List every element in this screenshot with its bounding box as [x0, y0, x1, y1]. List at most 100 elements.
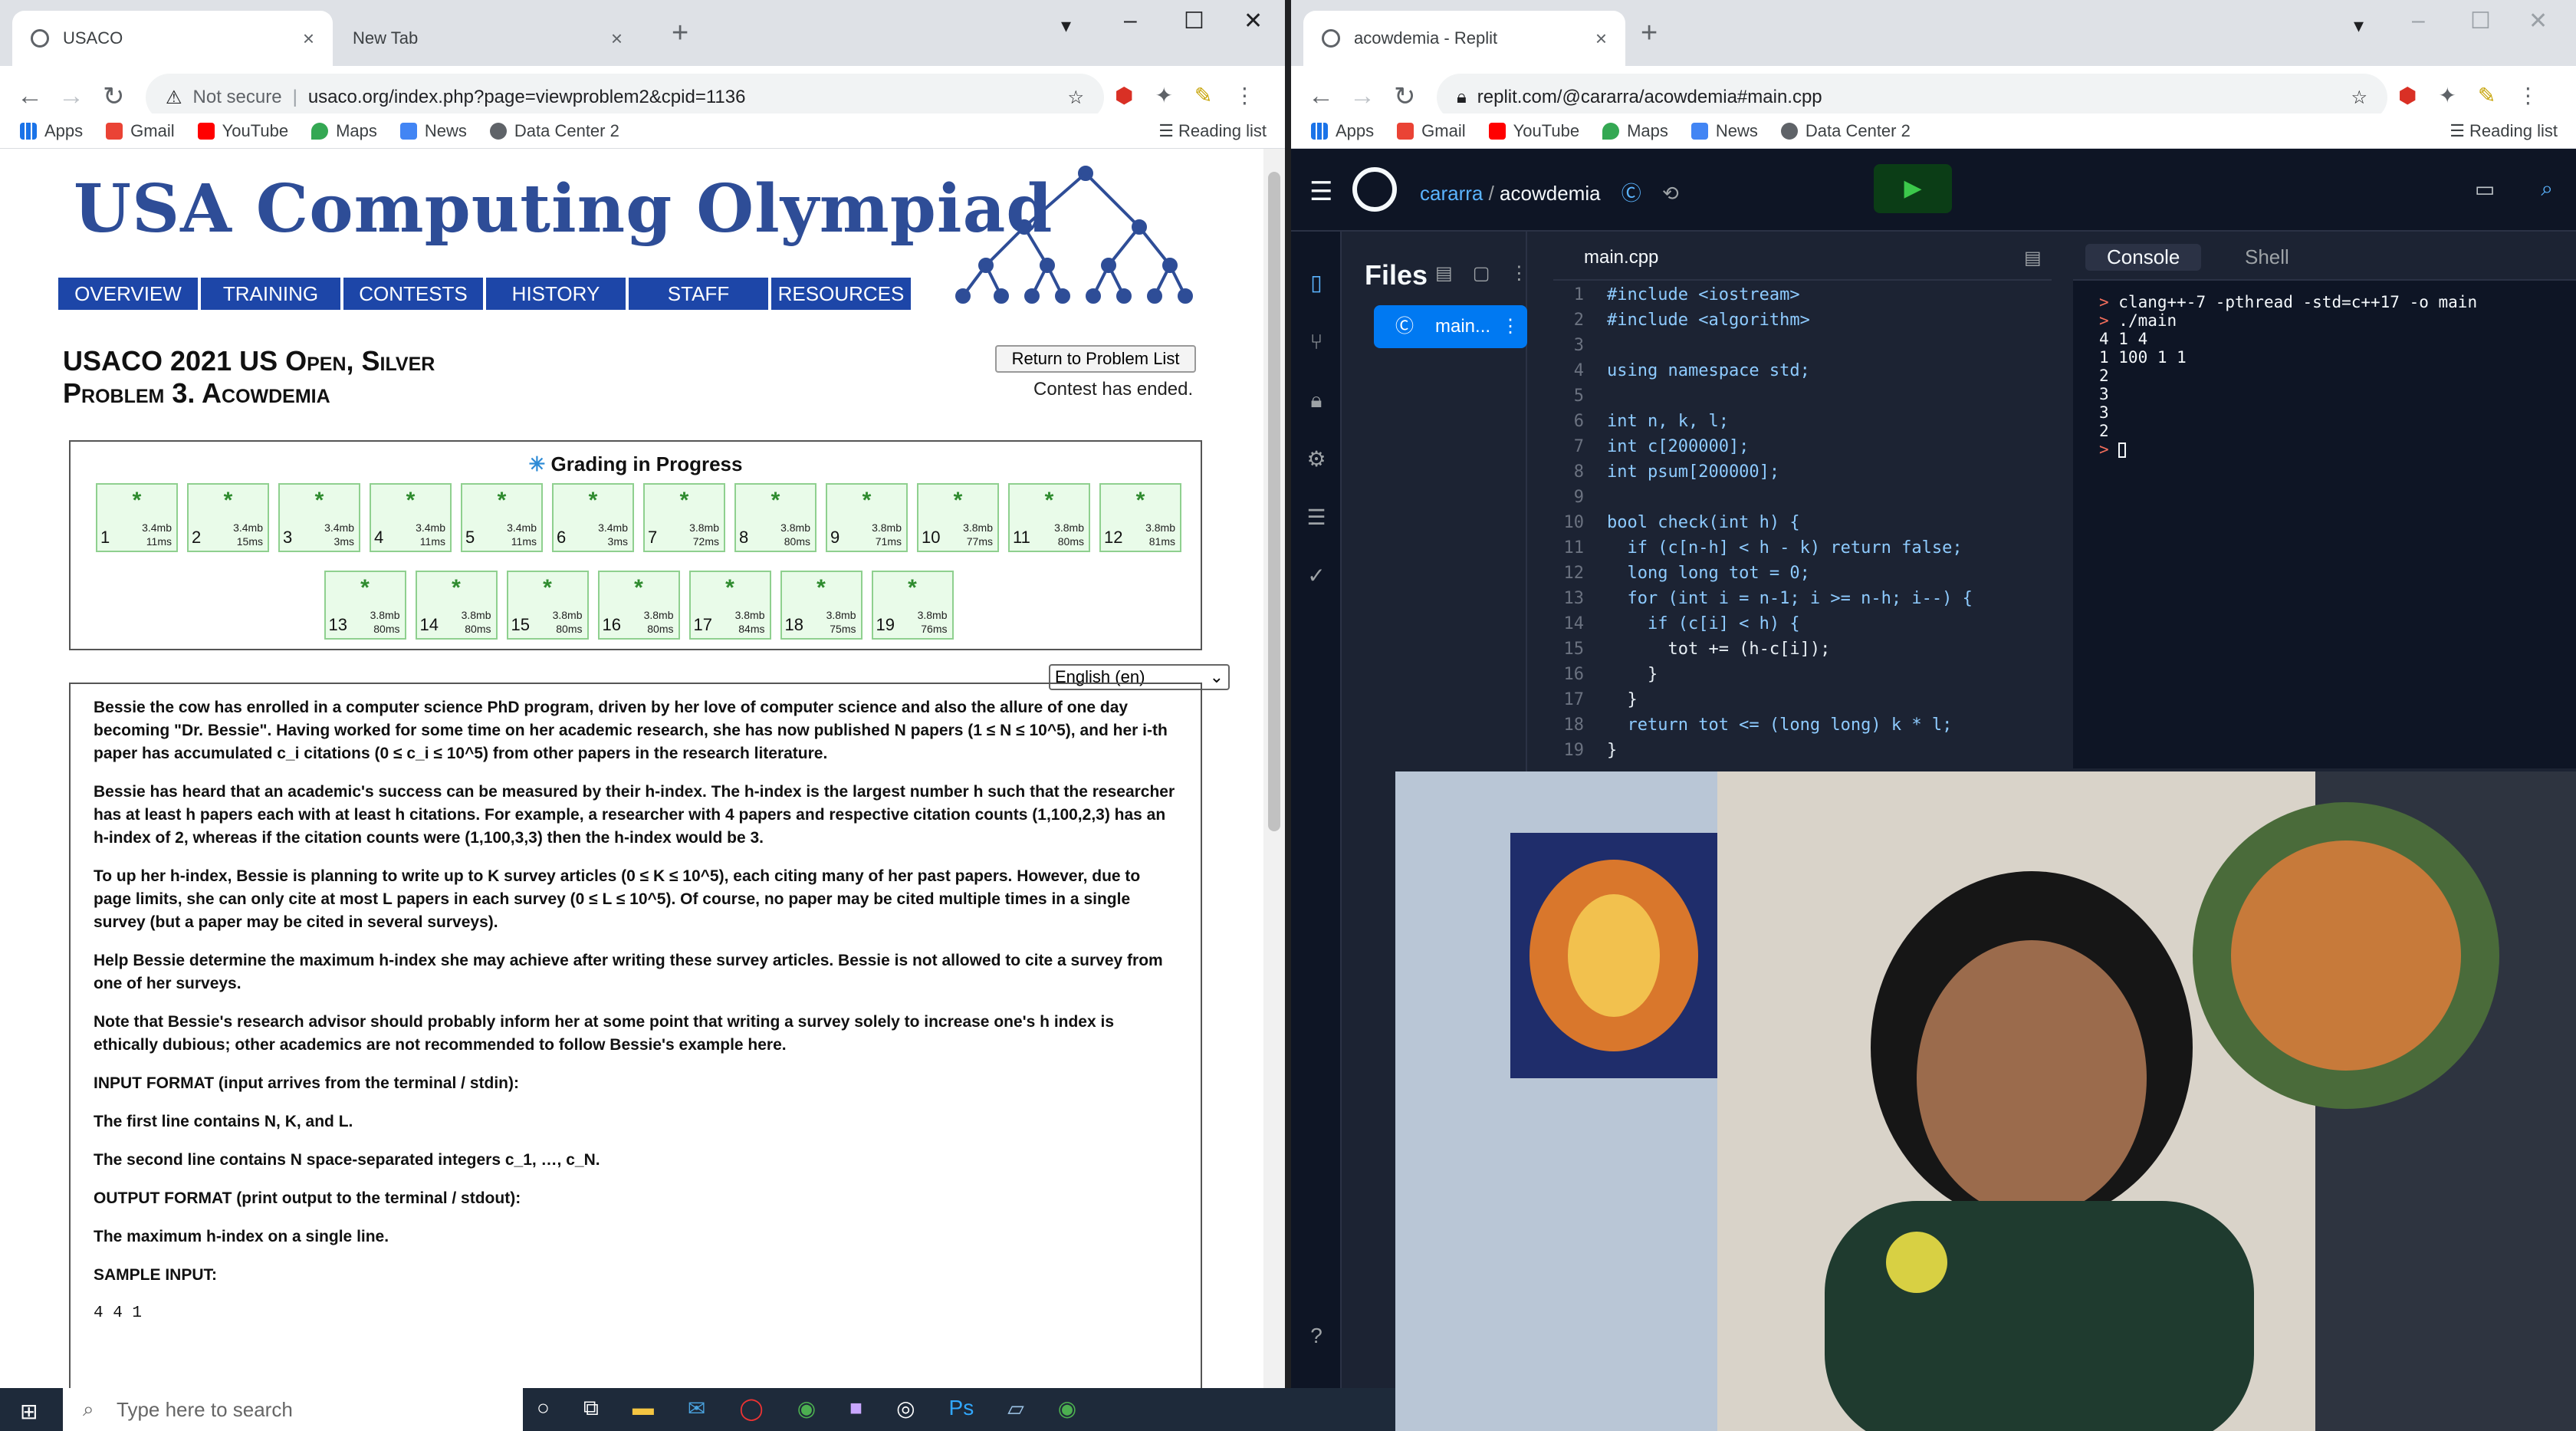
bookmark-maps[interactable]: Maps [1602, 121, 1668, 141]
tab-search-icon[interactable]: ▾ [2354, 14, 2364, 38]
console-line: 2 [2099, 367, 2109, 385]
usaco-logo[interactable]: USA Computing Olympiad [74, 170, 1053, 248]
bookmark-youtube[interactable]: YouTube [197, 121, 288, 141]
gear-icon [489, 122, 507, 140]
reading-list[interactable]: ☰ Reading list [1158, 121, 1267, 141]
nav-training[interactable]: Training [201, 278, 340, 310]
bookmark-news[interactable]: News [1691, 121, 1758, 141]
breadcrumb-user[interactable]: cararra [1420, 182, 1483, 205]
menu-dots-icon[interactable]: ⋮ [1234, 83, 1255, 108]
new-file-icon[interactable]: ▤ [1435, 263, 1473, 284]
help-icon[interactable]: ? [1305, 1324, 1328, 1347]
extension-icon[interactable]: ✎ [1194, 83, 1212, 108]
nav-staff[interactable]: Staff [629, 278, 768, 310]
tab-new-tab[interactable]: New Tab × [334, 11, 641, 66]
new-tab-icon[interactable]: + [672, 17, 688, 50]
mail-icon[interactable]: ✉ [688, 1396, 705, 1421]
nav-overview[interactable]: Overview [58, 278, 198, 310]
close-icon[interactable]: × [611, 27, 623, 51]
files-icon[interactable]: ▯ [1305, 270, 1328, 294]
obs-icon[interactable]: ◎ [896, 1396, 915, 1421]
file-main-cpp[interactable]: Ⓒ main... ⋮ [1374, 305, 1527, 348]
star-icon[interactable]: ☆ [1067, 87, 1084, 109]
task-view-icon[interactable]: ⧉ [583, 1396, 599, 1421]
history-icon[interactable]: ⟲ [1662, 182, 1679, 205]
extension-icon[interactable]: ✎ [2478, 83, 2496, 108]
database-icon[interactable]: ☰ [1305, 505, 1328, 529]
bookmark-youtube[interactable]: YouTube [1488, 121, 1579, 141]
maximize-icon[interactable]: ☐ [2470, 8, 2491, 35]
bookmark-gmail[interactable]: Gmail [106, 121, 175, 141]
webcam-video-image [1395, 771, 2576, 1431]
nav-history[interactable]: History [486, 278, 626, 310]
forward-icon[interactable]: → [58, 81, 84, 111]
bookmark-apps[interactable]: Apps [1311, 121, 1374, 141]
chat-icon[interactable]: ▭ [2475, 176, 2495, 202]
notes-icon[interactable]: ▱ [1007, 1396, 1024, 1421]
run-button[interactable]: ▶ [1874, 164, 1952, 213]
photoshop-icon[interactable]: Ps [949, 1396, 974, 1421]
bookmark-data-center[interactable]: Data Center 2 [489, 121, 619, 141]
file-menu-icon[interactable]: ⋮ [1501, 305, 1520, 348]
tab-shell[interactable]: Shell [2223, 244, 2311, 271]
close-icon[interactable]: × [303, 27, 314, 51]
version-control-icon[interactable]: ⑂ [1305, 330, 1328, 354]
bookmark-gmail[interactable]: Gmail [1397, 121, 1466, 141]
bookmark-apps[interactable]: Apps [20, 121, 83, 141]
new-folder-icon[interactable]: ▢ [1473, 263, 1510, 284]
apps-grid-icon [20, 122, 37, 140]
bookmark-maps[interactable]: Maps [311, 121, 377, 141]
tab-search-icon[interactable]: ▾ [1061, 14, 1071, 38]
checkmark-icon[interactable]: ✓ [1305, 563, 1328, 587]
line-number: 12 [1563, 564, 1585, 583]
app-icon[interactable]: ■ [849, 1396, 863, 1421]
tab-console[interactable]: Console [2085, 244, 2202, 271]
new-tab-icon[interactable]: + [1641, 17, 1658, 50]
tab-options-icon[interactable]: ▤ [2024, 247, 2042, 269]
back-icon[interactable]: ← [17, 81, 43, 111]
menu-dots-icon[interactable]: ⋮ [2517, 83, 2538, 108]
tab-replit[interactable]: acowdemia - Replit × [1303, 11, 1625, 66]
forward-icon[interactable]: → [1349, 81, 1375, 111]
nav-resources[interactable]: Resources [771, 278, 911, 310]
nav-contests[interactable]: Contests [343, 278, 483, 310]
minimize-icon[interactable]: – [2412, 8, 2425, 34]
star-icon[interactable]: ☆ [2351, 87, 2367, 109]
breadcrumb-repl[interactable]: acowdemia [1500, 182, 1601, 205]
file-explorer-icon[interactable]: ▬ [632, 1396, 654, 1421]
editor-tab[interactable]: main.cpp ▤ [1553, 232, 2052, 281]
page-scrollbar[interactable] [1263, 149, 1285, 1388]
adblock-icon[interactable]: ⬢ [1115, 83, 1133, 108]
tab-usaco[interactable]: USACO × [12, 11, 333, 66]
code-editor[interactable]: main.cpp ▤ 1 #include <iostream> 2 #include … [1553, 232, 2052, 768]
reading-list[interactable]: ☰ Reading list [2450, 121, 2558, 141]
reload-icon[interactable]: ↻ [103, 81, 125, 112]
chrome-icon[interactable]: ◉ [797, 1396, 816, 1421]
windows-start-icon[interactable]: ⊞ [20, 1399, 38, 1424]
search-icon[interactable]: ⌕ [2541, 176, 2553, 202]
back-icon[interactable]: ← [1308, 81, 1334, 111]
lock-icon[interactable]: 🔒︎ [1305, 388, 1328, 412]
maximize-icon[interactable]: ☐ [1184, 8, 1204, 35]
cortana-icon[interactable]: ○ [537, 1396, 550, 1421]
window-close-icon[interactable]: ✕ [2528, 8, 2548, 35]
replit-logo-icon[interactable] [1352, 167, 1397, 212]
return-to-problem-list-button[interactable]: Return to Problem List [995, 345, 1196, 373]
puzzle-icon[interactable]: ✦ [1155, 83, 1172, 108]
close-icon[interactable]: × [1595, 27, 1607, 51]
window-close-icon[interactable]: ✕ [1244, 8, 1263, 35]
chrome-icon[interactable]: ◉ [1058, 1396, 1076, 1421]
minimize-icon[interactable]: – [1124, 8, 1137, 34]
reload-icon[interactable]: ↻ [1394, 81, 1416, 112]
bookmark-data-center[interactable]: Data Center 2 [1780, 121, 1911, 141]
taskbar-search[interactable]: ⌕ Type here to search [63, 1388, 523, 1431]
bookmark-news[interactable]: News [399, 121, 467, 141]
more-icon[interactable]: ⋮ [1510, 263, 1548, 284]
scroll-thumb[interactable] [1268, 172, 1280, 831]
opera-icon[interactable]: ◯ [739, 1396, 763, 1421]
settings-gear-icon[interactable]: ⚙ [1305, 446, 1328, 471]
adblock-icon[interactable]: ⬢ [2398, 83, 2417, 108]
console-pane[interactable]: Console Shell > clang++-7 -pthread -std=… [2073, 232, 2576, 768]
puzzle-icon[interactable]: ✦ [2438, 83, 2456, 108]
hamburger-menu-icon[interactable]: ☰ [1309, 176, 1332, 207]
